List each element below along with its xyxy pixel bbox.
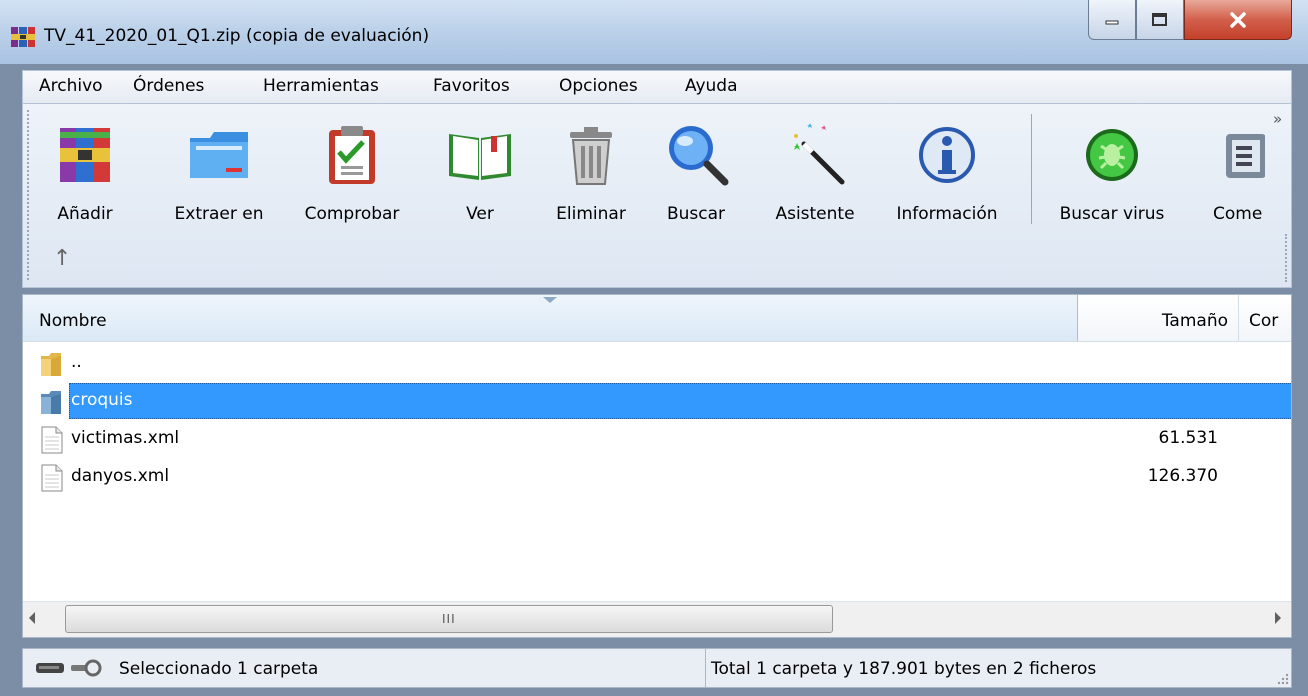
list-item-name: danyos.xml (71, 466, 170, 486)
list-item-danyos[interactable]: danyos.xml 126.370 (23, 459, 1291, 495)
magnifier-icon (669, 126, 729, 186)
add-label: Añadir (57, 204, 113, 224)
list-item-name: victimas.xml (71, 428, 180, 448)
extract-label: Extraer en (174, 204, 264, 224)
column-size-label: Tamaño (1161, 311, 1228, 331)
list-header: Nombre Tamaño Cor (23, 295, 1291, 342)
list-item-size: 61.531 (1158, 428, 1218, 448)
test-clipboard-icon (329, 126, 375, 184)
virus-scan-button[interactable]: Buscar virus (1047, 110, 1177, 224)
comment-icon (1226, 134, 1265, 178)
folder-up-icon (41, 353, 61, 376)
window-title: TV_41_2020_01_Q1.zip (copia de evaluació… (44, 26, 430, 46)
virus-scan-icon (1086, 129, 1138, 181)
info-icon (919, 127, 975, 183)
folder-icon (41, 391, 61, 414)
status-total-text: Total 1 carpeta y 187.901 bytes en 2 fic… (711, 659, 1097, 679)
title-bar[interactable]: TV_41_2020_01_Q1.zip (copia de evaluació… (0, 0, 1308, 64)
list-item-parent[interactable]: .. (23, 345, 1291, 381)
scroll-right-icon[interactable] (1275, 612, 1281, 624)
list-item-name: croquis (71, 390, 133, 410)
key-icon[interactable] (69, 658, 103, 678)
horizontal-scrollbar[interactable]: III (23, 601, 1291, 637)
info-button[interactable]: Información (879, 110, 1015, 224)
test-label: Comprobar (304, 204, 400, 224)
comment-button[interactable]: Come (1189, 110, 1265, 220)
status-bar: Seleccionado 1 carpeta Total 1 carpeta y… (22, 648, 1292, 688)
scrollbar-grip: III (442, 612, 456, 626)
toolbar-separator (1031, 114, 1032, 224)
virus-scan-label: Buscar virus (1059, 204, 1165, 224)
file-icon (41, 464, 63, 492)
file-icon (41, 426, 63, 454)
delete-label: Eliminar (556, 204, 626, 224)
maximize-icon (1152, 12, 1167, 26)
close-icon (1230, 11, 1246, 28)
minimize-button[interactable] (1088, 0, 1136, 40)
maximize-button[interactable] (1136, 0, 1184, 40)
toolbar-overflow-icon[interactable]: » (1273, 110, 1282, 128)
add-button[interactable]: Añadir (47, 110, 123, 224)
delete-button[interactable]: Eliminar (541, 110, 641, 224)
minimize-icon (1105, 20, 1119, 24)
info-label: Información (896, 204, 998, 224)
scrollbar-thumb[interactable]: III (65, 605, 833, 633)
add-archive-icon (60, 128, 110, 182)
wizard-button[interactable]: Asistente (763, 110, 867, 224)
menu-ordenes[interactable]: Órdenes (133, 76, 204, 96)
file-list[interactable]: Nombre Tamaño Cor .. croquis victimas.xm… (22, 294, 1292, 638)
menu-archivo[interactable]: Archivo (39, 76, 103, 96)
find-button[interactable]: Buscar (653, 110, 739, 224)
view-button[interactable]: Ver (435, 110, 525, 224)
view-label: Ver (466, 204, 494, 224)
column-header-size[interactable]: Tamaño (1078, 295, 1239, 341)
menu-favoritos[interactable]: Favoritos (433, 76, 510, 96)
up-folder-icon[interactable]: ↑ (53, 246, 71, 271)
view-book-icon (449, 134, 511, 180)
sort-arrow-icon (543, 297, 557, 303)
list-item-name: .. (71, 352, 82, 372)
menu-bar: Archivo Órdenes Herramientas Favoritos O… (22, 70, 1292, 104)
winrar-app-icon (11, 27, 35, 47)
column-compressed-label: Cor (1249, 311, 1279, 331)
toolbar-grip[interactable] (27, 110, 32, 280)
column-header-name[interactable]: Nombre (23, 295, 1078, 341)
scroll-left-icon[interactable] (29, 612, 35, 624)
close-button[interactable] (1184, 0, 1292, 40)
status-left-pane: Seleccionado 1 carpeta (23, 649, 706, 687)
extract-folder-icon (190, 132, 248, 178)
menu-ayuda[interactable]: Ayuda (685, 76, 738, 96)
list-item-croquis[interactable]: croquis (23, 383, 1291, 419)
comment-label: Come (1213, 204, 1263, 220)
drive-icon[interactable] (35, 661, 65, 675)
wizard-wand-icon (794, 123, 845, 185)
find-label: Buscar (666, 204, 726, 224)
trash-icon (570, 127, 612, 185)
toolbar-grip-right[interactable] (1285, 234, 1290, 282)
selection-highlight (69, 383, 1291, 419)
menu-herramientas[interactable]: Herramientas (263, 76, 379, 96)
column-name-label: Nombre (39, 311, 107, 331)
list-item-size: 126.370 (1147, 466, 1218, 486)
wizard-label: Asistente (775, 204, 855, 224)
winrar-window: TV_41_2020_01_Q1.zip (copia de evaluació… (0, 0, 1308, 696)
toolbar: Añadir Extraer en Comprobar Ver Eliminar… (22, 104, 1292, 288)
list-item-victimas[interactable]: victimas.xml 61.531 (23, 421, 1291, 457)
column-header-compressed[interactable]: Cor (1239, 295, 1291, 341)
extract-button[interactable]: Extraer en (167, 110, 271, 224)
resize-grip-icon[interactable] (1275, 671, 1289, 685)
menu-opciones[interactable]: Opciones (559, 76, 638, 96)
test-button[interactable]: Comprobar (289, 110, 415, 224)
status-selection-text: Seleccionado 1 carpeta (119, 659, 319, 679)
